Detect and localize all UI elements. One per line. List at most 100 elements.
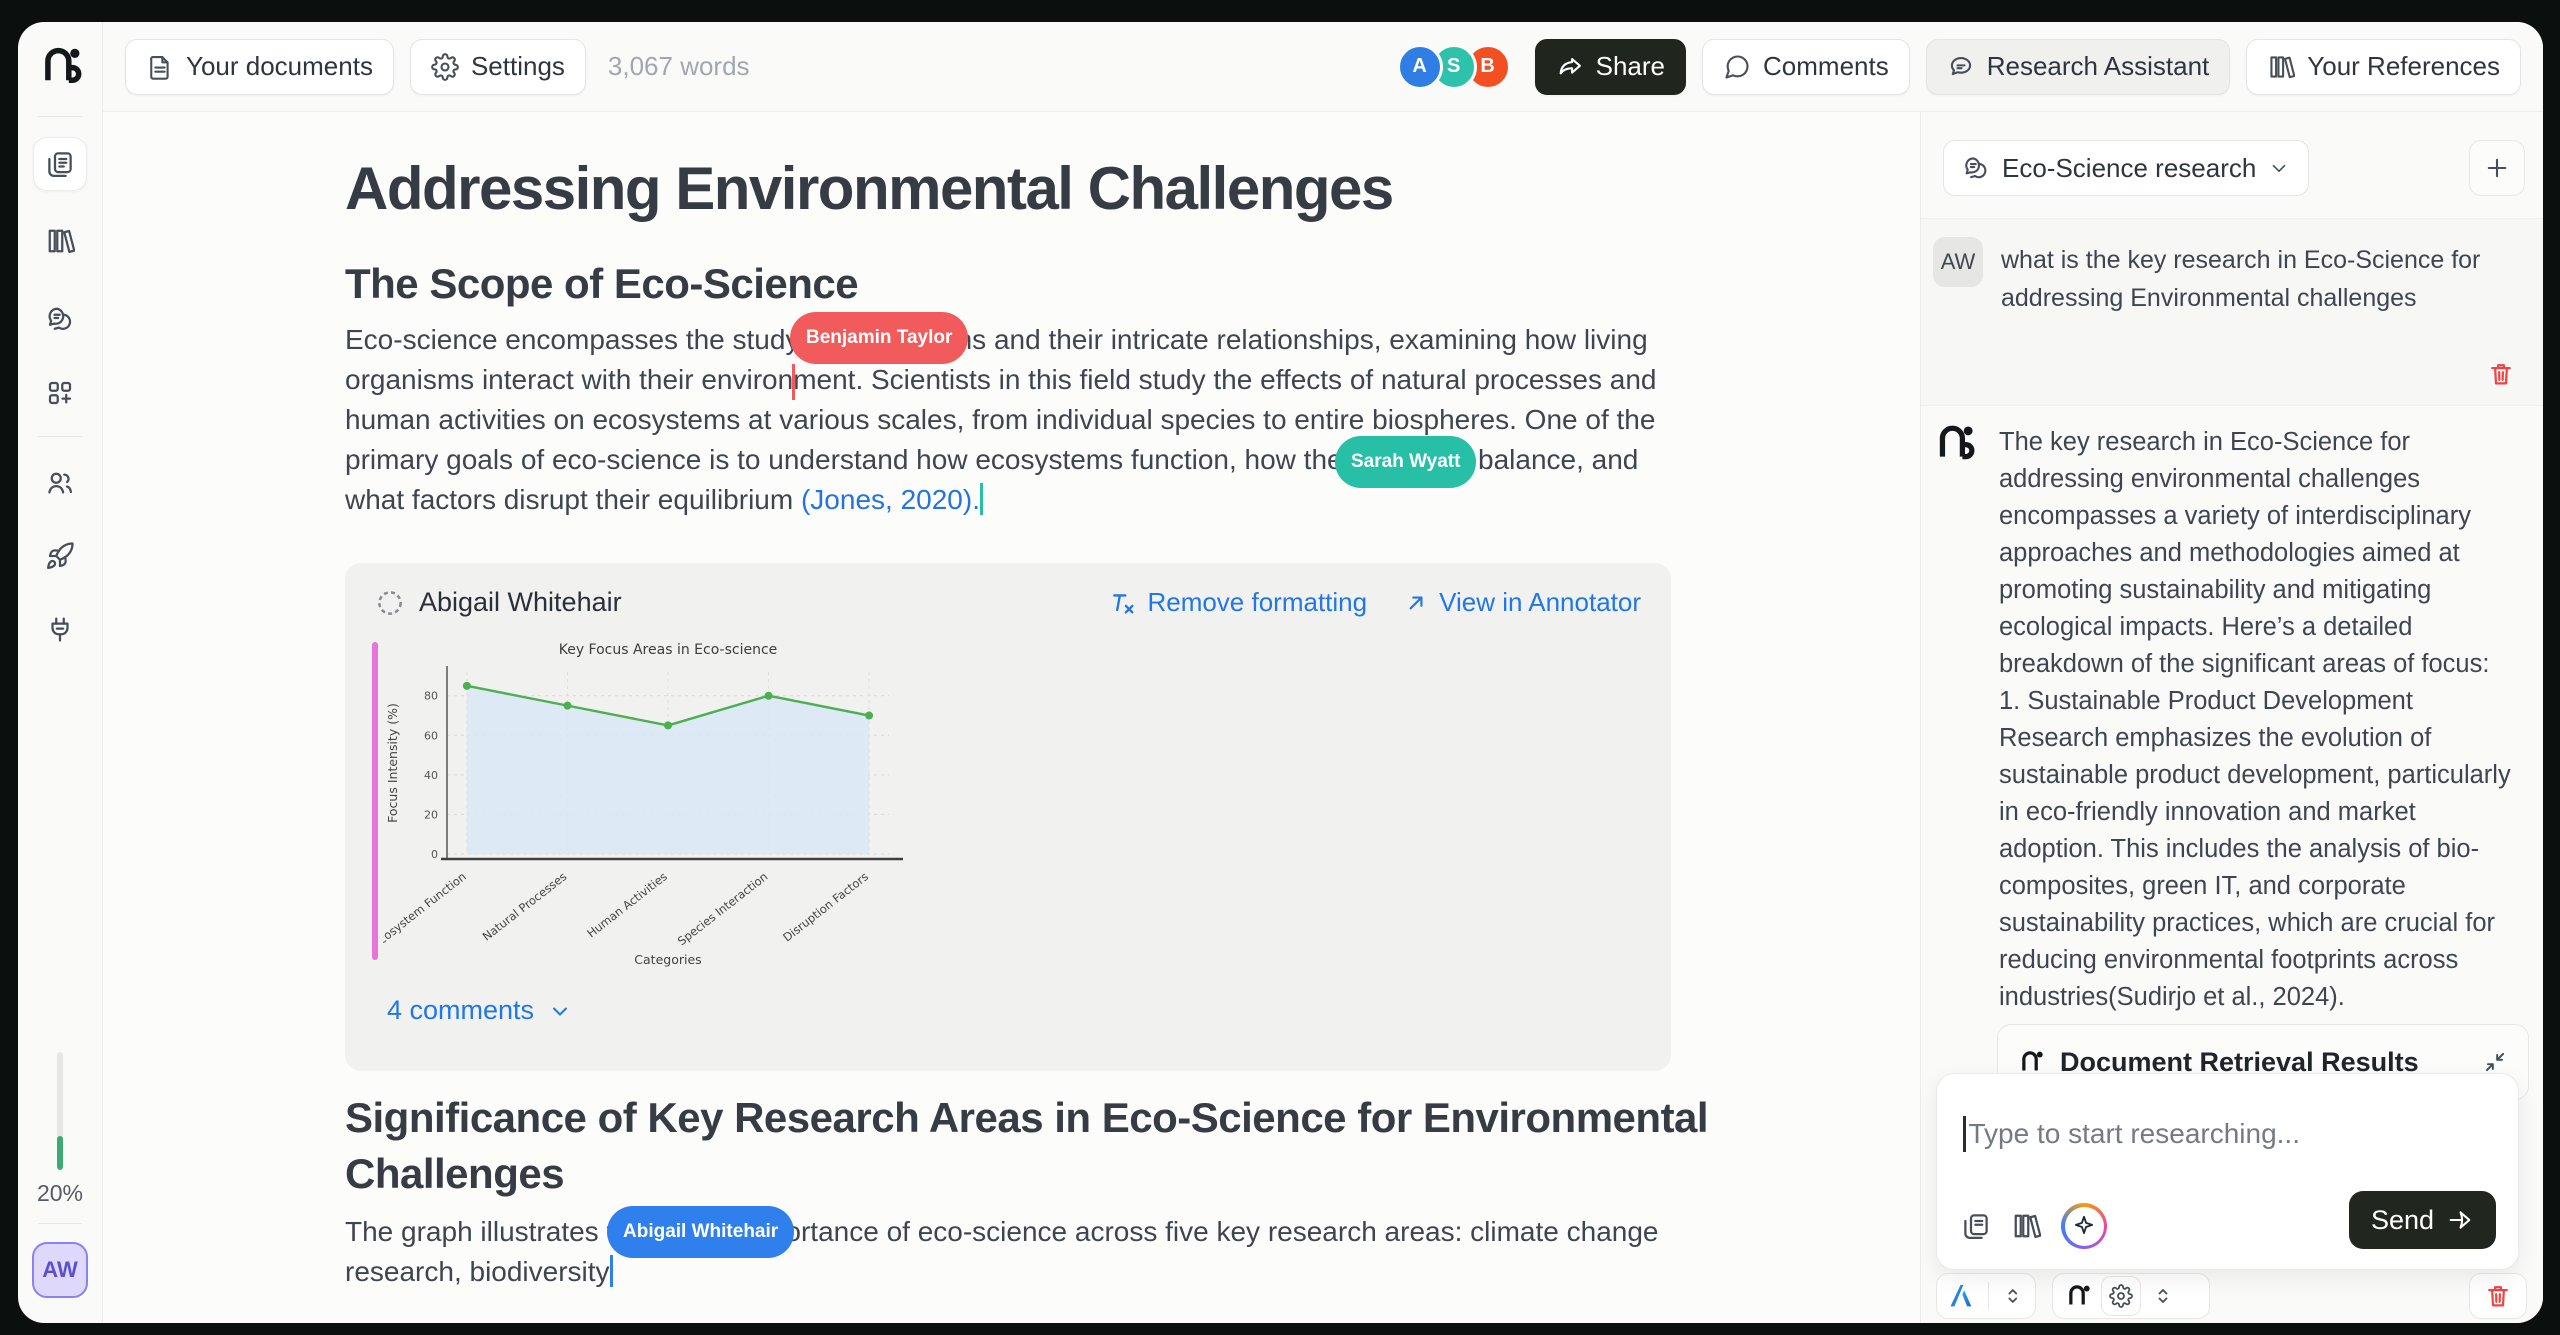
- delete-message-button[interactable]: [2487, 360, 2515, 391]
- selection-indicator-bar: [372, 642, 378, 960]
- attach-references-button[interactable]: [2011, 1211, 2041, 1241]
- thread-selector-label: Eco-Science research: [2002, 153, 2256, 184]
- retrieval-logo-icon: [2018, 1049, 2044, 1075]
- document-editor[interactable]: Addressing Environmental Challenges The …: [103, 112, 1920, 1323]
- agent-settings-button[interactable]: [2052, 1273, 2210, 1319]
- model-provider-logo: [1947, 1281, 1976, 1311]
- thread-selector[interactable]: Eco-Science research: [1943, 140, 2309, 196]
- gear-icon: [431, 53, 459, 81]
- research-input[interactable]: Type to start researching...: [1963, 1116, 2300, 1152]
- collab-cursor-benjamin: Benjamin Taylor: [790, 312, 968, 364]
- users-icon: [45, 468, 75, 498]
- collapse-icon: [2482, 1049, 2508, 1075]
- abigail-cursor-caret: [610, 1255, 613, 1287]
- research-composer: Type to start researching...: [1936, 1073, 2519, 1270]
- new-thread-button[interactable]: [2469, 140, 2525, 196]
- sidebar-item-documents[interactable]: [33, 137, 87, 191]
- top-toolbar: Your documents Settings 3,067 words A S …: [103, 22, 2543, 112]
- chevron-down-icon: [2268, 157, 2290, 179]
- share-label: Share: [1596, 51, 1665, 82]
- your-references-button[interactable]: Your References: [2246, 39, 2521, 95]
- books-icon: [2011, 1211, 2041, 1241]
- your-documents-button[interactable]: Your documents: [125, 39, 394, 95]
- share-button[interactable]: Share: [1535, 39, 1686, 95]
- svg-text:Human Activities: Human Activities: [584, 869, 670, 940]
- remove-formatting-button[interactable]: Remove formatting: [1109, 587, 1367, 618]
- page-title: Addressing Environmental Challenges: [345, 154, 1393, 223]
- collaborator-avatars: A S B: [1397, 44, 1511, 90]
- chart-figure: 020406080Ecosystem FunctionNatural Proce…: [383, 638, 905, 975]
- plus-icon: [2483, 154, 2511, 182]
- svg-text:Categories: Categories: [634, 952, 701, 967]
- assistant-logo-icon: [1933, 422, 1975, 469]
- up-down-chevron-icon: [2151, 1284, 2175, 1308]
- svg-text:Natural Processes: Natural Processes: [480, 869, 570, 943]
- word-count: 3,067 words: [608, 51, 750, 82]
- gear-icon: [2109, 1284, 2133, 1308]
- svg-text:60: 60: [424, 729, 438, 742]
- svg-text:Disruption Factors: Disruption Factors: [780, 869, 871, 944]
- usage-progress-fill: [57, 1136, 63, 1170]
- sidebar-item-upgrade[interactable]: [33, 529, 87, 583]
- message-avatar: AW: [1933, 237, 1983, 287]
- attach-documents-button[interactable]: [1961, 1211, 1991, 1241]
- svg-text:40: 40: [424, 769, 438, 782]
- share-icon: [1556, 53, 1584, 81]
- app-window: 20% AW Your documents Settings 3,067 wor…: [18, 22, 2543, 1323]
- comments-toggle[interactable]: 4 comments: [387, 995, 572, 1026]
- library-icon: [45, 226, 75, 256]
- sidebar-item-team[interactable]: [33, 456, 87, 510]
- line-chart: 020406080Ecosystem FunctionNatural Proce…: [383, 638, 905, 970]
- gear-box: [2101, 1276, 2141, 1316]
- sidebar-item-apps[interactable]: [33, 366, 87, 420]
- document-icon: [146, 53, 174, 81]
- plug-icon: [45, 613, 75, 643]
- view-in-annotator-button[interactable]: View in Annotator: [1403, 587, 1641, 618]
- research-assistant-button[interactable]: Research Assistant: [1926, 39, 2231, 95]
- paragraph-2: The graph illustrates the critical impor…: [345, 1212, 1685, 1292]
- app-logo-small: [2065, 1283, 2091, 1309]
- settings-button[interactable]: Settings: [410, 39, 586, 95]
- input-placeholder: Type to start researching...: [1969, 1118, 2301, 1150]
- input-caret: [1963, 1116, 1966, 1152]
- section-heading-scope: The Scope of Eco-Science: [345, 260, 858, 308]
- chevron-down-icon: [548, 999, 572, 1023]
- citation-link[interactable]: (Jones, 2020).: [801, 484, 980, 515]
- model-selector-button[interactable]: [1936, 1273, 2036, 1319]
- left-sidebar: 20% AW: [18, 22, 103, 1323]
- sidebar-item-chats[interactable]: [33, 292, 87, 346]
- dashed-circle-icon: [375, 588, 405, 618]
- remove-formatting-label: Remove formatting: [1147, 587, 1367, 618]
- send-label: Send: [2371, 1205, 2434, 1236]
- send-button[interactable]: Send: [2349, 1191, 2496, 1249]
- sidebar-divider: [38, 116, 82, 117]
- svg-text:0: 0: [431, 848, 438, 861]
- paragraph-1: Eco-science encompasses the study of eco…: [345, 320, 1685, 520]
- sparkle-icon: [2071, 1213, 2097, 1239]
- svg-text:Species Interaction: Species Interaction: [675, 869, 771, 948]
- arrow-up-right-icon: [1403, 590, 1429, 616]
- research-assistant-label: Research Assistant: [1987, 51, 2210, 82]
- user-message: AW what is the key research in Eco-Scien…: [1921, 218, 2543, 406]
- trash-icon: [2487, 360, 2515, 388]
- app-logo: [38, 44, 82, 93]
- avatar-a[interactable]: A: [1397, 44, 1443, 90]
- books-icon: [2267, 53, 2295, 81]
- sidebar-item-library[interactable]: [33, 214, 87, 268]
- settings-label: Settings: [471, 51, 565, 82]
- svg-text:Focus Intensity (%): Focus Intensity (%): [385, 703, 400, 823]
- user-avatar[interactable]: AW: [32, 1242, 88, 1298]
- comment-bubble-icon: [1723, 53, 1751, 81]
- user-message-text: what is the key research in Eco-Science …: [2001, 241, 2506, 317]
- collab-cursor-abigail: Abigail Whitehair: [607, 1206, 794, 1258]
- comments-button[interactable]: Comments: [1702, 39, 1910, 95]
- sidebar-item-integrations[interactable]: [33, 601, 87, 655]
- clear-thread-button[interactable]: [2469, 1273, 2527, 1319]
- your-references-label: Your References: [2307, 51, 2500, 82]
- ai-sparkle-button[interactable]: [2061, 1203, 2107, 1249]
- embed-author: Abigail Whitehair: [419, 587, 622, 618]
- paragraph-1-text: Eco-science encompasses the study of eco…: [345, 324, 1656, 515]
- view-in-annotator-label: View in Annotator: [1439, 587, 1641, 618]
- remove-formatting-icon: [1109, 589, 1137, 617]
- documents-icon: [1961, 1211, 1991, 1241]
